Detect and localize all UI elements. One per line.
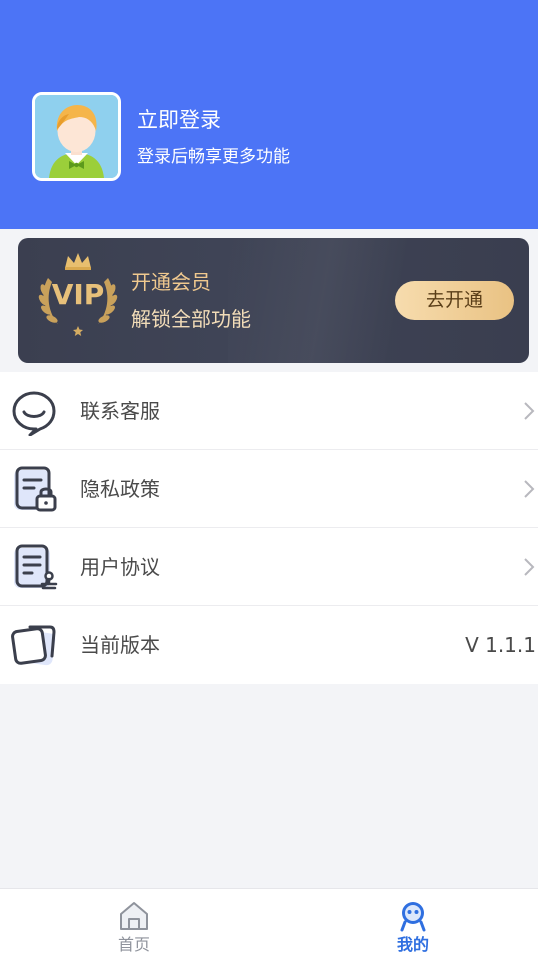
tab-label: 首页 xyxy=(117,935,150,954)
vip-card[interactable]: VIP 开通会员 解锁全部功能 去开通 xyxy=(18,238,529,363)
profile-header: 立即登录 登录后畅享更多功能 xyxy=(0,0,538,229)
chevron-right-icon xyxy=(524,558,535,576)
version-cards-icon xyxy=(11,625,56,666)
menu-item-label: 当前版本 xyxy=(80,633,160,657)
menu-item-label: 联系客服 xyxy=(80,399,160,423)
version-value: V 1.1.1 xyxy=(465,633,536,657)
vip-open-button[interactable]: 去开通 xyxy=(395,281,514,320)
login-subtitle: 登录后畅享更多功能 xyxy=(137,147,290,167)
vip-badge-icon: VIP xyxy=(38,253,118,336)
menu-list: 联系客服 隐私政策 用户协议 当前版本 V 1.1.1 xyxy=(0,372,538,684)
menu-item-customer-service[interactable]: 联系客服 xyxy=(0,372,538,450)
vip-subtitle: 解锁全部功能 xyxy=(131,307,251,331)
profile-robot-icon xyxy=(400,902,426,932)
home-icon xyxy=(120,902,148,930)
avatar-illustration-icon xyxy=(35,95,118,178)
user-agreement-document-icon xyxy=(14,544,58,590)
menu-item-label: 隐私政策 xyxy=(80,477,160,501)
vip-badge-text: VIP xyxy=(52,278,105,311)
profile-page: 立即登录 登录后畅享更多功能 VIP 开通会员 解锁全部功能 去开通 联系客服 … xyxy=(0,0,538,958)
menu-item-privacy-policy[interactable]: 隐私政策 xyxy=(0,450,538,528)
menu-item-label: 用户协议 xyxy=(80,555,160,579)
privacy-lock-document-icon xyxy=(14,466,57,512)
bottom-tab-bar: 首页 我的 xyxy=(0,888,538,958)
tab-label: 我的 xyxy=(396,935,429,954)
menu-item-user-agreement[interactable]: 用户协议 xyxy=(0,528,538,606)
tab-mine[interactable]: 我的 xyxy=(373,889,453,958)
chevron-right-icon xyxy=(524,480,535,498)
tab-home[interactable]: 首页 xyxy=(94,889,174,958)
vip-title: 开通会员 xyxy=(131,270,211,294)
avatar[interactable] xyxy=(32,92,121,181)
menu-item-current-version: 当前版本 V 1.1.1 xyxy=(0,606,538,684)
login-title[interactable]: 立即登录 xyxy=(137,106,221,134)
customer-service-icon xyxy=(12,391,56,436)
chevron-right-icon xyxy=(524,402,535,420)
